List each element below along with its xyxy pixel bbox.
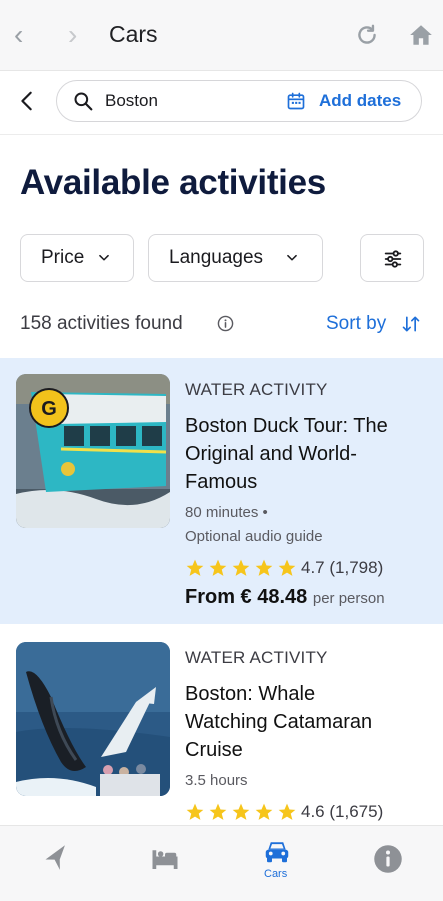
search-box[interactable]: Boston Add dates bbox=[56, 80, 422, 122]
add-dates-button[interactable]: Add dates bbox=[319, 91, 401, 111]
activity-card[interactable]: WATER ACTIVITY Boston: Whale Watching Ca… bbox=[0, 626, 443, 826]
search-query[interactable]: Boston bbox=[105, 91, 158, 111]
star-icon bbox=[232, 559, 250, 576]
activity-duration: 3.5 hours bbox=[185, 772, 248, 789]
activity-category: WATER ACTIVITY bbox=[185, 380, 328, 399]
back-arrow-icon[interactable]: ‹ bbox=[14, 20, 23, 50]
info-icon[interactable] bbox=[373, 844, 403, 874]
languages-filter-label: Languages bbox=[169, 247, 264, 268]
price-filter-button[interactable]: Price bbox=[20, 234, 134, 282]
results-count: 158 activities found bbox=[20, 313, 183, 334]
sort-arrows-icon[interactable] bbox=[400, 314, 422, 334]
star-icon bbox=[209, 559, 227, 576]
rating-value: 4.6 (1,675) bbox=[301, 802, 384, 821]
reload-icon[interactable] bbox=[354, 22, 380, 48]
star-icon bbox=[278, 803, 296, 820]
activity-title[interactable]: Boston Duck Tour: The Original and World… bbox=[185, 412, 425, 496]
rating-value: 4.7 (1,798) bbox=[301, 558, 384, 577]
activity-price: From € 48.48 per person bbox=[185, 586, 385, 608]
info-icon[interactable] bbox=[217, 315, 234, 332]
calendar-icon[interactable] bbox=[286, 91, 306, 111]
cars-icon[interactable] bbox=[262, 836, 292, 866]
browser-toolbar: ‹ › Cars bbox=[0, 0, 443, 70]
browser-title: Cars bbox=[109, 21, 158, 47]
star-rating bbox=[185, 802, 297, 822]
star-icon bbox=[186, 559, 204, 576]
activity-category: WATER ACTIVITY bbox=[185, 648, 328, 667]
activity-duration: 80 minutes • bbox=[185, 504, 268, 521]
search-icon bbox=[74, 92, 93, 111]
star-rating bbox=[185, 558, 297, 578]
price-unit: per person bbox=[312, 590, 385, 607]
star-icon bbox=[232, 803, 250, 820]
back-icon[interactable] bbox=[16, 90, 38, 112]
cars-tab-label[interactable]: Cars bbox=[264, 868, 287, 880]
page-title: Available activities bbox=[20, 163, 326, 202]
hotels-icon[interactable] bbox=[150, 844, 180, 874]
activity-title[interactable]: Boston: Whale Watching Catamaran Cruise bbox=[185, 680, 425, 764]
chevron-down-icon bbox=[99, 254, 109, 261]
more-filters-button[interactable] bbox=[360, 234, 424, 282]
chevron-down-icon bbox=[287, 254, 297, 261]
forward-arrow-icon[interactable]: › bbox=[68, 20, 77, 50]
star-icon bbox=[255, 559, 273, 576]
sliders-icon bbox=[384, 250, 402, 268]
star-icon bbox=[255, 803, 273, 820]
bottom-navigation: Cars bbox=[0, 825, 443, 901]
price-filter-label: Price bbox=[41, 247, 85, 268]
star-icon bbox=[186, 803, 204, 820]
languages-filter-button[interactable]: Languages bbox=[148, 234, 323, 282]
divider bbox=[0, 134, 443, 135]
sort-by-button[interactable]: Sort by bbox=[326, 313, 386, 335]
home-icon[interactable] bbox=[407, 22, 435, 48]
activity-extra: Optional audio guide bbox=[185, 528, 323, 545]
flights-icon[interactable] bbox=[42, 844, 72, 874]
star-icon bbox=[278, 559, 296, 576]
filter-fade bbox=[330, 234, 356, 282]
activity-card[interactable]: G WATER ACTIVITY Boston Duck Tour: The O… bbox=[0, 358, 443, 624]
star-icon bbox=[209, 803, 227, 820]
activity-image bbox=[16, 642, 170, 796]
activity-image: G bbox=[16, 374, 170, 528]
divider bbox=[0, 70, 443, 71]
guide-badge-letter: G bbox=[41, 398, 57, 420]
